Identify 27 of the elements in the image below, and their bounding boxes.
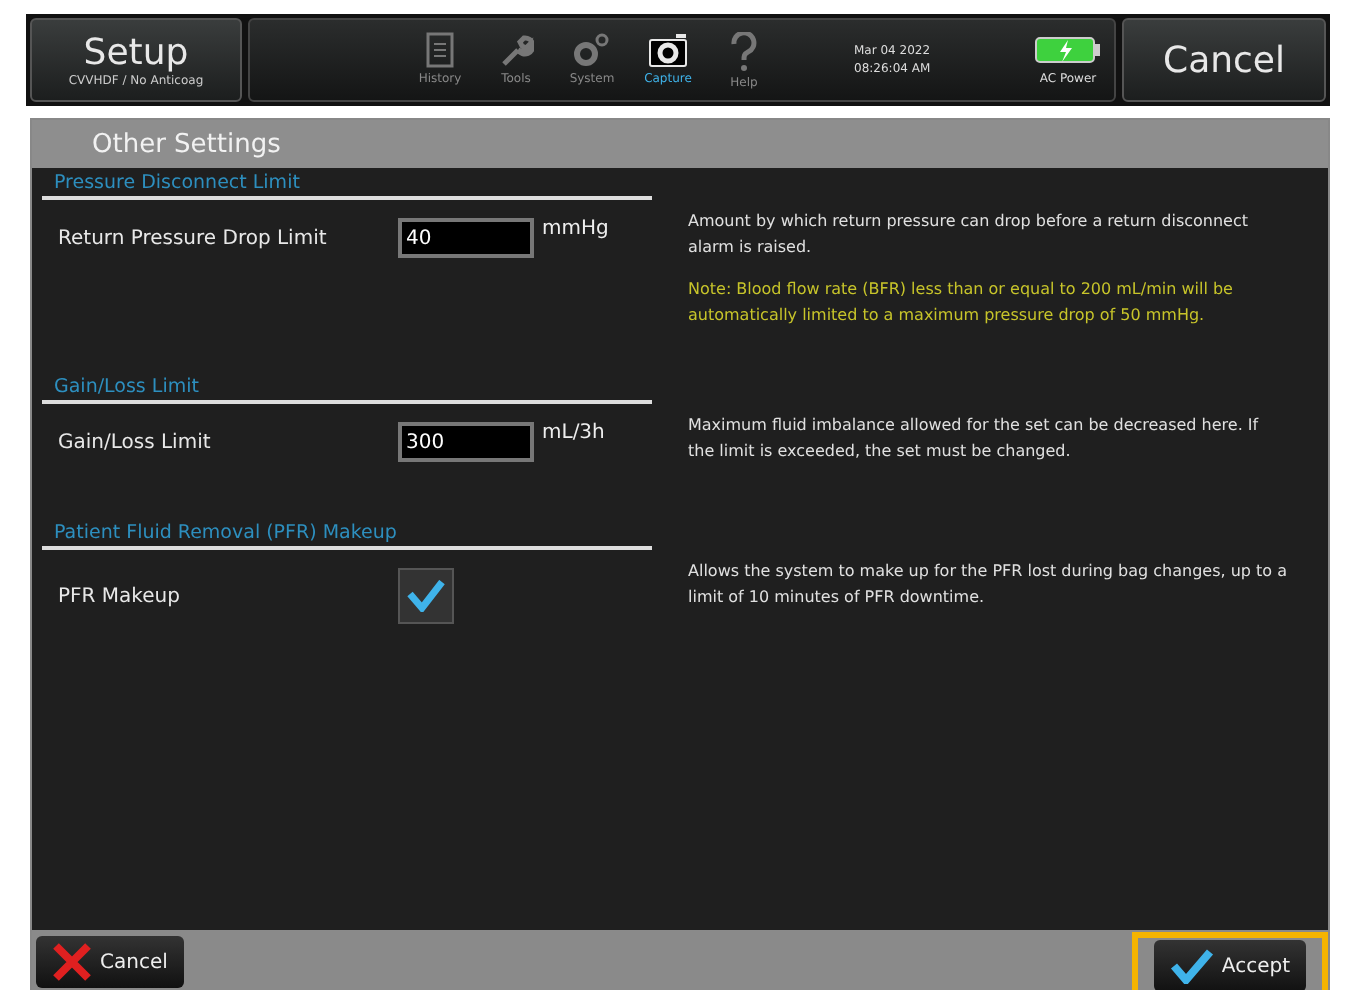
cancel-button[interactable]: Cancel [36,936,184,988]
section-heading: Patient Fluid Removal (PFR) Makeup [52,520,399,546]
input-field[interactable]: 40 [398,218,534,258]
checkbox[interactable] [398,568,454,624]
check-icon [1169,948,1214,984]
unit-label: mL/3h [542,422,605,444]
section-heading: Gain/Loss Limit [52,374,201,400]
description-text: Note: Blood flow rate (BFR) less than or equal to 200 mL/min will be automatically limited to a maximum pressure drop of 50 mmHg. [688,278,1235,328]
input-field[interactable]: 300 [398,422,534,462]
cancel-button[interactable]: Cancel [1122,18,1326,102]
camera-icon [648,31,688,67]
question-icon [730,31,758,71]
wrench-icon [498,31,534,67]
setting-label: PFR Makeup [58,585,182,607]
description-text: Maximum fluid imbalance allowed for the set can be decreased here. If the limit is exceeded, the set must be changed. [688,414,1261,464]
section-heading: Pressure Disconnect Limit [52,170,302,196]
description-text: Amount by which return pressure can drop before a return disconnect alarm is raised. [688,210,1251,260]
unit-label: mmHg [542,218,609,240]
panel-title: Other Settings [92,129,281,159]
gears-icon [572,31,612,67]
battery-icon [1034,35,1102,63]
setting-label: Return Pressure Drop Limit [58,227,329,249]
x-icon [52,942,92,982]
description-text: Allows the system to make up for the PFR lost during bag changes, up to a limit of 10 minutes of PFR downtime. [688,560,1288,610]
document-icon [426,31,454,67]
accept-button[interactable]: Accept [1153,940,1306,990]
setting-label: Gain/Loss Limit [58,431,213,453]
